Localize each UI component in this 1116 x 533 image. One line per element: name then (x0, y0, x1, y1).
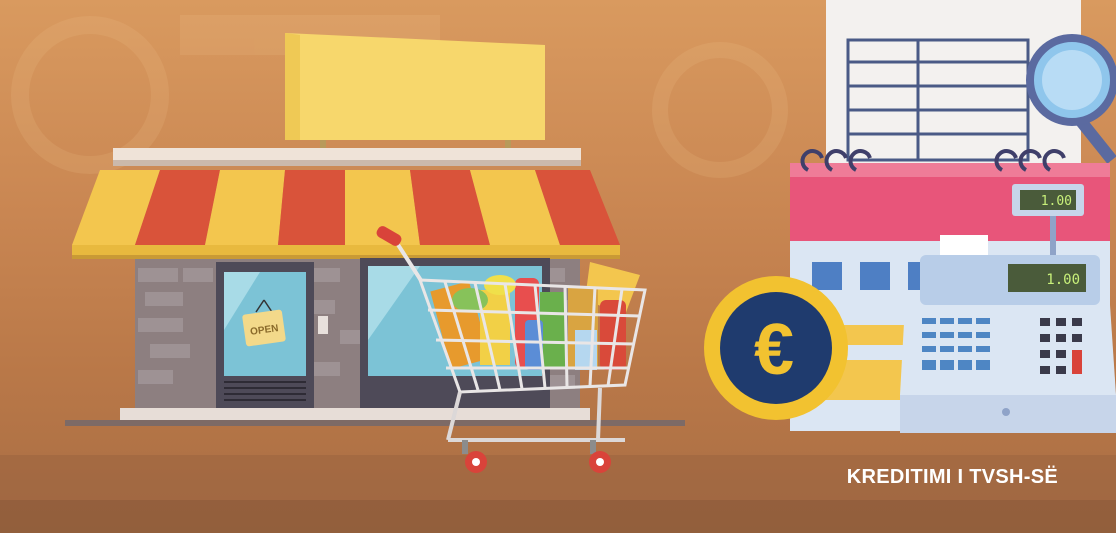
shop-sign (285, 33, 545, 140)
shop-base (120, 408, 590, 420)
register-display-main: 1.00 (1046, 272, 1080, 288)
register-display-top: 1.00 (1041, 194, 1072, 209)
euro-coin: € (704, 276, 848, 420)
illustration-canvas: OPEN € 1.00 1.00 KREDITIMI I TVSH-SË (0, 0, 1116, 533)
illustration-svg: OPEN € 1.00 1.00 (0, 0, 1116, 533)
awning (72, 170, 620, 259)
euro-symbol: € (754, 310, 794, 390)
roof-ledge (113, 148, 581, 160)
caption-title: KREDITIMI I TVSH-SË (846, 466, 1058, 488)
